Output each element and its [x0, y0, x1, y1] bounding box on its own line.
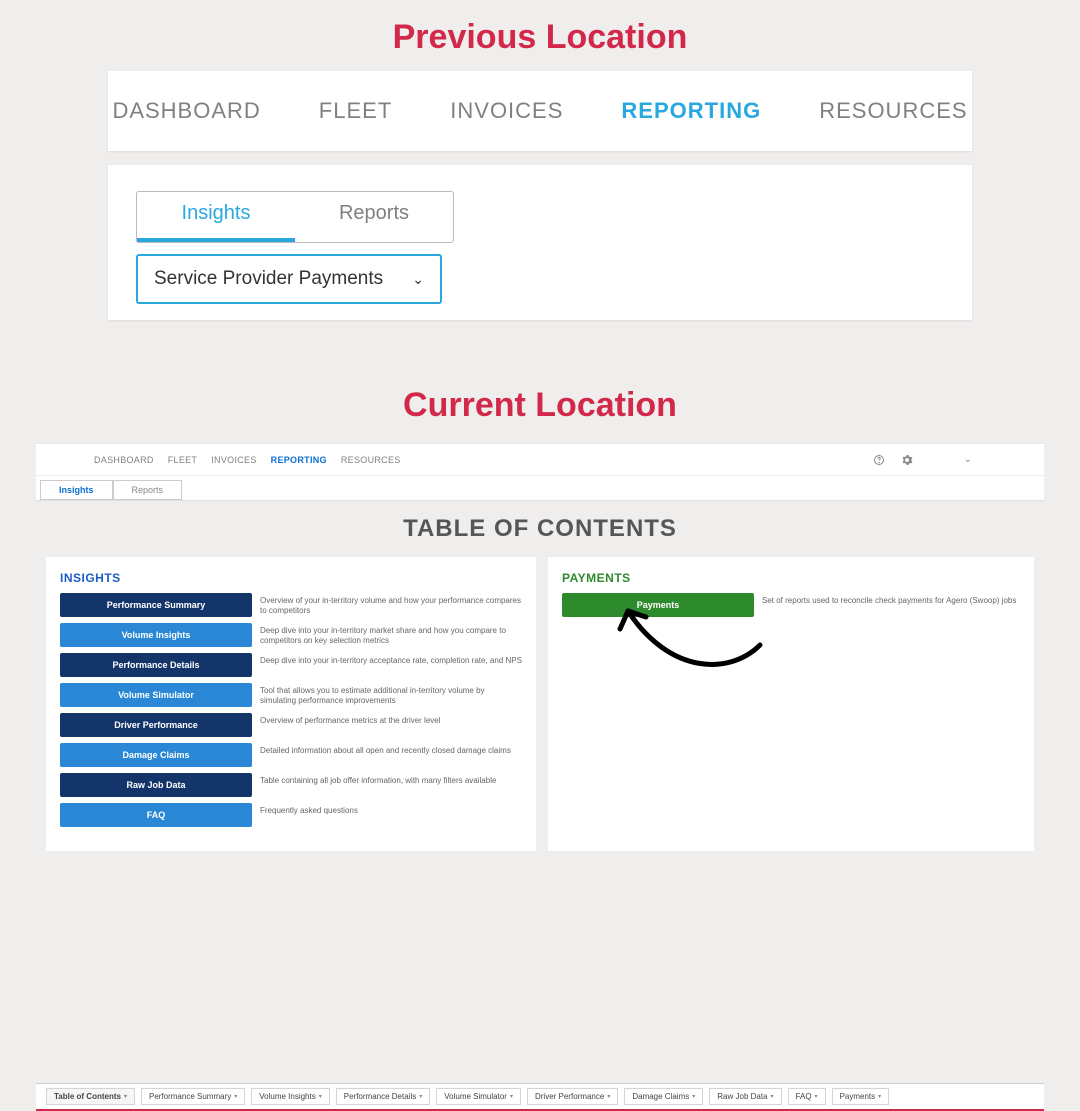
worksheet-tab[interactable]: Performance Details▾ [336, 1088, 431, 1105]
chevron-down-icon: ▾ [234, 1093, 237, 1100]
insights-button[interactable]: Driver Performance [60, 713, 252, 737]
worksheet-tab[interactable]: Damage Claims▾ [624, 1088, 703, 1105]
chevron-down-icon: ▾ [878, 1093, 881, 1100]
current-nav-bar: DASHBOARD FLEET INVOICES REPORTING RESOU… [36, 443, 1044, 475]
insights-item: Volume Insights Deep dive into your in-te… [60, 623, 522, 647]
worksheet-tab[interactable]: Table of Contents▾ [46, 1088, 135, 1105]
help-icon[interactable] [872, 453, 886, 467]
insights-button[interactable]: Damage Claims [60, 743, 252, 767]
current-subtabs: Insights Reports [36, 475, 1044, 501]
insights-desc: Overview of your in-territory volume and… [260, 593, 522, 617]
tab-reports[interactable]: Reports [295, 192, 453, 242]
worksheet-tab[interactable]: Performance Summary▾ [141, 1088, 245, 1105]
worksheet-tab[interactable]: Volume Simulator▾ [436, 1088, 521, 1105]
insights-desc: Deep dive into your in-territory market … [260, 623, 522, 647]
chevron-down-icon: ▾ [815, 1093, 818, 1100]
report-select[interactable]: Service Provider Payments ⌄ [136, 254, 442, 304]
chevron-down-icon: ▾ [319, 1093, 322, 1100]
chevron-down-icon: ▾ [510, 1093, 513, 1100]
toc-title: TABLE OF CONTENTS [36, 515, 1044, 543]
worksheet-tab[interactable]: Driver Performance▾ [527, 1088, 618, 1105]
worksheet-tab[interactable]: Raw Job Data▾ [709, 1088, 781, 1105]
chevron-down-icon: ▾ [607, 1093, 610, 1100]
insights-desc: Tool that allows you to estimate additio… [260, 683, 522, 707]
insights-item: Damage Claims Detailed information about … [60, 743, 522, 767]
insights-desc: Detailed information about all open and … [260, 743, 522, 756]
chevron-down-icon: ⌄ [412, 271, 424, 288]
tab2-insights[interactable]: Insights [40, 480, 113, 500]
nav-fleet[interactable]: FLEET [319, 98, 392, 124]
insights-heading: INSIGHTS [60, 571, 522, 585]
insights-button[interactable]: Performance Details [60, 653, 252, 677]
nav-reporting[interactable]: REPORTING [621, 98, 761, 124]
current-location-title: Current Location [0, 386, 1080, 425]
previous-subpanel: Insights Reports Service Provider Paymen… [108, 165, 972, 320]
previous-location-title: Previous Location [0, 18, 1080, 57]
chevron-down-icon: ▾ [692, 1093, 695, 1100]
tab2-reports[interactable]: Reports [113, 480, 183, 500]
nav-dashboard[interactable]: DASHBOARD [112, 98, 260, 124]
insights-item: Performance Summary Overview of your in-t… [60, 593, 522, 617]
nav2-invoices[interactable]: INVOICES [211, 455, 256, 465]
chevron-down-icon[interactable]: ⌄ [964, 454, 972, 465]
insights-button[interactable]: Raw Job Data [60, 773, 252, 797]
chevron-down-icon: ▾ [419, 1093, 422, 1100]
tab-insights[interactable]: Insights [137, 192, 295, 242]
previous-nav-bar: DASHBOARD FLEET INVOICES REPORTING RESOU… [108, 71, 972, 151]
payments-desc: Set of reports used to reconcile check p… [762, 593, 1020, 606]
nav2-fleet[interactable]: FLEET [168, 455, 198, 465]
worksheet-tab[interactable]: Volume Insights▾ [251, 1088, 330, 1105]
insights-button[interactable]: FAQ [60, 803, 252, 827]
payments-card: PAYMENTS Payments Set of reports used to… [548, 557, 1034, 851]
insights-desc: Frequently asked questions [260, 803, 522, 816]
report-select-value: Service Provider Payments [154, 268, 383, 290]
nav2-resources[interactable]: RESOURCES [341, 455, 401, 465]
insights-item: Performance Details Deep dive into your i… [60, 653, 522, 677]
chevron-down-icon: ▾ [771, 1093, 774, 1100]
insights-item: Driver Performance Overview of performanc… [60, 713, 522, 737]
nav-invoices[interactable]: INVOICES [450, 98, 563, 124]
gear-icon[interactable] [900, 453, 914, 467]
nav2-reporting[interactable]: REPORTING [271, 455, 327, 465]
insights-desc: Deep dive into your in-territory accepta… [260, 653, 522, 666]
chevron-down-icon: ▾ [124, 1093, 127, 1100]
insights-item: Volume Simulator Tool that allows you to … [60, 683, 522, 707]
previous-subtabs: Insights Reports [136, 191, 454, 243]
arrow-annotation-icon [610, 595, 770, 685]
insights-button[interactable]: Volume Insights [60, 623, 252, 647]
insights-card: INSIGHTS Performance Summary Overview of … [46, 557, 536, 851]
insights-button[interactable]: Volume Simulator [60, 683, 252, 707]
insights-item: Raw Job Data Table containing all job off… [60, 773, 522, 797]
worksheet-tabs: Table of Contents▾ Performance Summary▾ Vo… [36, 1083, 1044, 1111]
insights-item: FAQ Frequently asked questions [60, 803, 522, 827]
worksheet-tab[interactable]: FAQ▾ [788, 1088, 826, 1105]
worksheet-tab[interactable]: Payments▾ [832, 1088, 890, 1105]
nav-resources[interactable]: RESOURCES [819, 98, 967, 124]
insights-desc: Overview of performance metrics at the d… [260, 713, 522, 726]
current-app-shell: DASHBOARD FLEET INVOICES REPORTING RESOU… [36, 443, 1044, 1111]
payments-heading: PAYMENTS [562, 571, 1020, 585]
nav2-dashboard[interactable]: DASHBOARD [94, 455, 154, 465]
content-area: TABLE OF CONTENTS INSIGHTS Performance S… [36, 501, 1044, 1111]
insights-desc: Table containing all job offer informati… [260, 773, 522, 786]
insights-button[interactable]: Performance Summary [60, 593, 252, 617]
